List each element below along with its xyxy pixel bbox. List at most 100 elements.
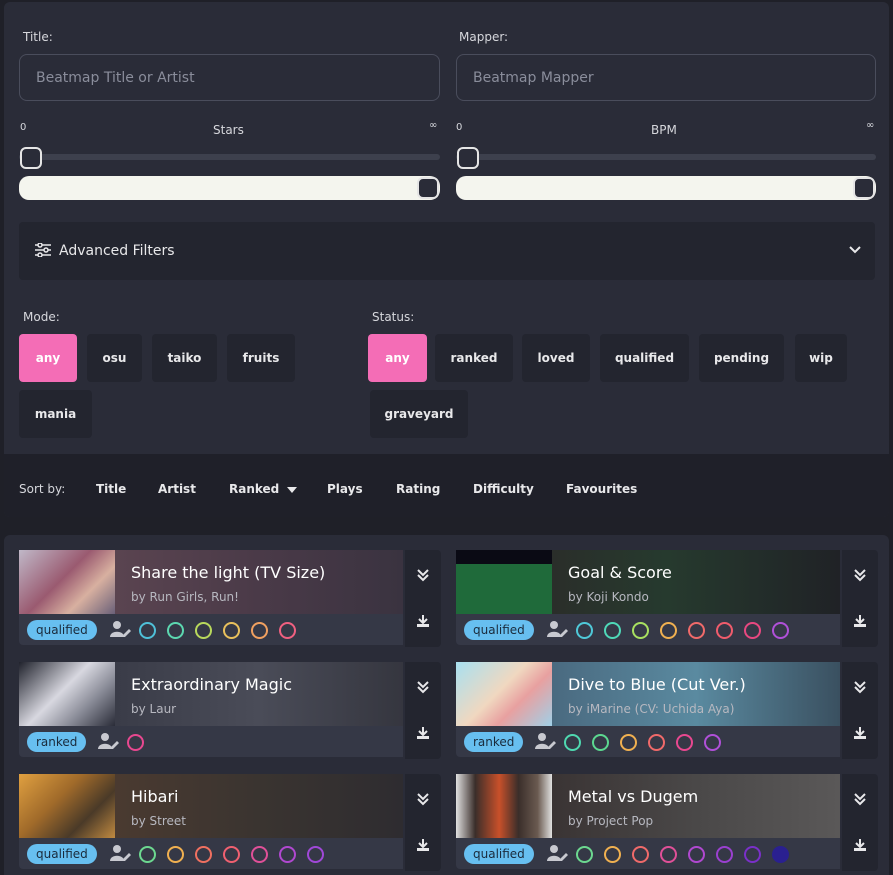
difficulty-dot[interactable] [167, 622, 184, 639]
expand-icon[interactable] [416, 792, 430, 806]
difficulty-dot[interactable] [576, 622, 593, 639]
banner-background [552, 662, 840, 726]
difficulty-dot[interactable] [620, 734, 637, 751]
difficulty-dot[interactable] [139, 846, 156, 863]
bpm-max-handle[interactable] [853, 177, 875, 199]
difficulty-dot[interactable] [604, 622, 621, 639]
difficulty-dot[interactable] [604, 846, 621, 863]
status-any-chip[interactable]: any [368, 334, 427, 382]
sort-artist[interactable]: Artist [158, 482, 196, 496]
mapper-icon[interactable] [110, 844, 132, 862]
download-icon[interactable] [416, 614, 430, 628]
difficulty-dot[interactable] [716, 846, 733, 863]
advanced-filters-toggle[interactable]: Advanced Filters [19, 222, 875, 280]
difficulty-dot[interactable] [223, 622, 240, 639]
beatmap-banner[interactable]: Hibari by Street [19, 774, 403, 838]
difficulty-dot[interactable] [251, 846, 268, 863]
download-icon[interactable] [416, 726, 430, 740]
difficulty-dot[interactable] [167, 846, 184, 863]
beatmap-card[interactable]: Extraordinary Magic by Laur ranked [19, 662, 441, 759]
title-search-input[interactable] [19, 54, 440, 101]
status-pending-chip[interactable]: pending [699, 334, 784, 382]
difficulty-dot[interactable] [660, 622, 677, 639]
stars-slider-track[interactable] [19, 154, 440, 160]
status-loved-chip[interactable]: loved [522, 334, 590, 382]
status-qualified-chip[interactable]: qualified [600, 334, 689, 382]
stars-min-label: 0 [20, 122, 27, 133]
download-icon[interactable] [853, 614, 867, 628]
mapper-icon[interactable] [547, 844, 569, 862]
stars-min-handle[interactable] [20, 147, 42, 169]
sort-plays[interactable]: Plays [327, 482, 363, 496]
mode-osu-chip[interactable]: osu [87, 334, 142, 382]
mapper-search-input[interactable] [456, 54, 876, 101]
beatmap-banner[interactable]: Goal & Score by Koji Kondo [456, 550, 840, 614]
status-ranked-chip[interactable]: ranked [435, 334, 513, 382]
difficulty-dot[interactable] [744, 622, 761, 639]
difficulty-dot[interactable] [648, 734, 665, 751]
beatmap-banner[interactable]: Extraordinary Magic by Laur [19, 662, 403, 726]
difficulty-dot[interactable] [716, 622, 733, 639]
beatmap-banner[interactable]: Share the light (TV Size) by Run Girls, … [19, 550, 403, 614]
difficulty-dot[interactable] [139, 622, 156, 639]
sort-rating[interactable]: Rating [396, 482, 440, 496]
bpm-range-bar[interactable] [456, 176, 876, 200]
stars-max-handle[interactable] [417, 177, 439, 199]
difficulty-dot[interactable] [223, 846, 240, 863]
beatmap-card[interactable]: Hibari by Street qualified [19, 774, 441, 871]
difficulty-dot[interactable] [279, 846, 296, 863]
mapper-icon[interactable] [110, 620, 132, 638]
expand-icon[interactable] [853, 680, 867, 694]
beatmap-banner[interactable]: Dive to Blue (Cut Ver.) by iMarine (CV: … [456, 662, 840, 726]
expand-icon[interactable] [416, 568, 430, 582]
difficulty-dot[interactable] [632, 622, 649, 639]
mode-taiko-chip[interactable]: taiko [152, 334, 217, 382]
beatmap-card[interactable]: Goal & Score by Koji Kondo qualified [456, 550, 878, 647]
difficulty-dot[interactable] [195, 622, 212, 639]
mapper-icon[interactable] [98, 732, 120, 750]
mode-any-chip[interactable]: any [19, 334, 77, 382]
mode-mania-chip[interactable]: mania [19, 390, 92, 438]
difficulty-dot[interactable] [632, 846, 649, 863]
sort-title[interactable]: Title [96, 482, 126, 496]
download-icon[interactable] [853, 726, 867, 740]
mapper-icon[interactable] [535, 732, 557, 750]
difficulty-dot[interactable] [592, 734, 609, 751]
beatmap-card[interactable]: Dive to Blue (Cut Ver.) by iMarine (CV: … [456, 662, 878, 759]
sort-ranked[interactable]: Ranked [229, 482, 298, 496]
difficulty-dot[interactable] [688, 622, 705, 639]
difficulty-dot[interactable] [744, 846, 761, 863]
difficulty-dot[interactable] [576, 846, 593, 863]
mode-fruits-chip[interactable]: fruits [227, 334, 295, 382]
download-icon[interactable] [416, 838, 430, 852]
difficulty-dot[interactable] [127, 734, 144, 751]
sort-difficulty[interactable]: Difficulty [473, 482, 534, 496]
difficulty-dot[interactable] [251, 622, 268, 639]
beatmap-card[interactable]: Metal vs Dugem by Project Pop qualified [456, 774, 878, 871]
download-icon[interactable] [853, 838, 867, 852]
expand-icon[interactable] [853, 792, 867, 806]
sort-favourites[interactable]: Favourites [566, 482, 637, 496]
difficulty-dot[interactable] [772, 622, 789, 639]
difficulty-dot[interactable] [564, 734, 581, 751]
chevron-down-icon [849, 246, 861, 254]
difficulty-dot[interactable] [307, 846, 324, 863]
bpm-min-handle[interactable] [457, 147, 479, 169]
difficulty-dot[interactable] [772, 846, 789, 863]
mapper-icon[interactable] [547, 620, 569, 638]
difficulty-dot[interactable] [688, 846, 705, 863]
difficulty-dot[interactable] [676, 734, 693, 751]
expand-icon[interactable] [416, 680, 430, 694]
status-wip-chip[interactable]: wip [795, 334, 847, 382]
stars-range-bar[interactable] [19, 176, 440, 200]
difficulty-dot[interactable] [704, 734, 721, 751]
expand-icon[interactable] [853, 568, 867, 582]
difficulty-dot[interactable] [195, 846, 212, 863]
beatmap-card[interactable]: Share the light (TV Size) by Run Girls, … [19, 550, 441, 647]
banner-background [115, 662, 403, 726]
status-graveyard-chip[interactable]: graveyard [370, 390, 468, 438]
bpm-slider-track[interactable] [456, 154, 876, 160]
beatmap-banner[interactable]: Metal vs Dugem by Project Pop [456, 774, 840, 838]
difficulty-dot[interactable] [279, 622, 296, 639]
difficulty-dot[interactable] [660, 846, 677, 863]
